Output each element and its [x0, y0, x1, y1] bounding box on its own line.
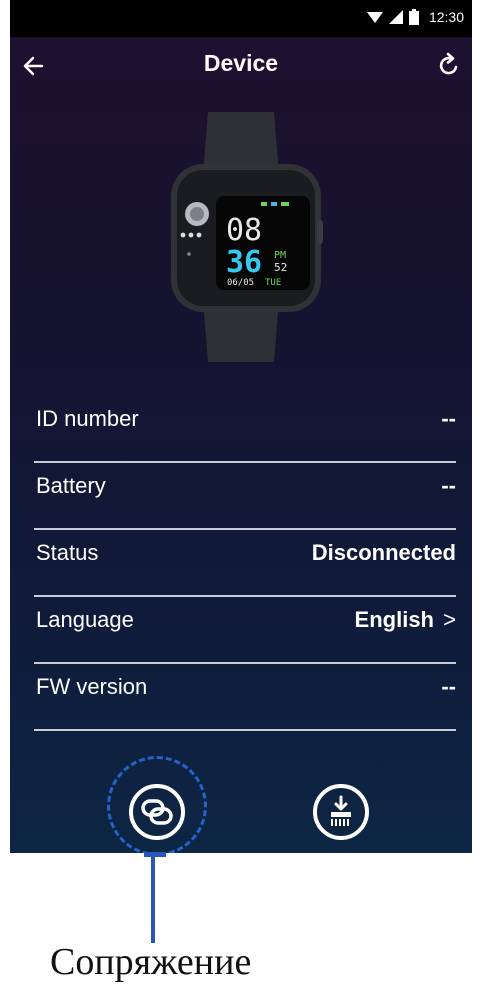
- page-title: Device: [203, 50, 279, 76]
- watch-weekday: TUE: [265, 278, 281, 288]
- watch-hour: 08: [226, 213, 262, 248]
- download-reset-icon: [331, 795, 351, 826]
- watch-minute: 36: [226, 245, 262, 280]
- row-value: --: [441, 674, 456, 699]
- row-label: Language: [36, 607, 134, 632]
- callout-marker: [144, 852, 166, 857]
- link-icon: [141, 799, 173, 825]
- row-label: ID number: [36, 406, 139, 431]
- row-fw-version: FW version --: [34, 664, 456, 731]
- status-time: 12:30: [428, 9, 464, 25]
- row-label: Battery: [36, 473, 106, 498]
- row-status: Status Disconnected: [34, 530, 456, 597]
- pair-button[interactable]: [129, 784, 185, 840]
- signal-icon: [388, 10, 403, 24]
- watch-seconds: 52: [274, 261, 287, 274]
- row-language[interactable]: Language English >: [34, 597, 456, 664]
- row-value: --: [441, 406, 456, 431]
- app-header: Device: [10, 40, 472, 92]
- watch-ampm: PM: [274, 250, 286, 261]
- row-value: Disconnected: [311, 540, 456, 565]
- wifi-icon: [366, 12, 383, 23]
- watch-date: 06/05: [227, 278, 254, 288]
- callout-line: [151, 855, 155, 943]
- row-id-number: ID number --: [34, 396, 456, 463]
- row-value: --: [441, 473, 456, 498]
- pairing-caption: Сопряжение: [50, 941, 252, 983]
- device-info-list: ID number -- Battery -- Status Disconnec…: [34, 396, 456, 731]
- reset-button[interactable]: [313, 784, 369, 840]
- row-battery: Battery --: [34, 463, 456, 530]
- chevron-right-icon: >: [443, 607, 456, 632]
- battery-icon: [408, 9, 419, 25]
- status-bar: 12:30: [10, 0, 472, 37]
- row-label: Status: [36, 540, 99, 565]
- watch-image: 08 36 PM 52 06/05 TUE: [171, 112, 323, 362]
- row-value: English: [354, 607, 434, 632]
- row-label: FW version: [36, 674, 148, 699]
- refresh-icon[interactable]: [436, 52, 462, 78]
- device-screen: 12:30 Device 08 36 PM 52 06/05 TUE ID nu…: [10, 0, 472, 853]
